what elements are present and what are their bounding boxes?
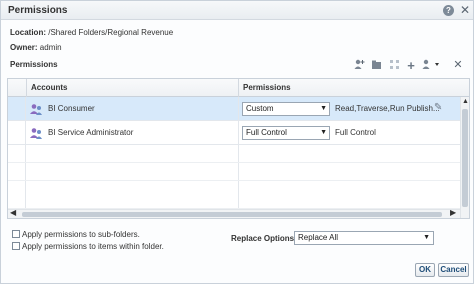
owner-label: Owner: bbox=[10, 43, 38, 52]
permissions-table: Accounts Permissions BI Consumer Custom … bbox=[7, 78, 470, 219]
horizontal-scrollbar[interactable]: ◀ ▶ bbox=[8, 208, 460, 218]
items-within-label: Apply permissions to items within folder… bbox=[22, 242, 164, 251]
replace-options-label: Replace Options bbox=[231, 234, 295, 243]
row-gutter bbox=[8, 181, 26, 208]
permissions-dialog: Permissions ? ✕ Location: /Shared Folder… bbox=[0, 0, 474, 284]
replace-options-value: Replace All bbox=[298, 233, 339, 242]
expand-icon[interactable] bbox=[388, 59, 400, 72]
add-user-icon[interactable] bbox=[353, 59, 365, 72]
scroll-up-icon[interactable]: ▲ bbox=[461, 98, 469, 105]
permission-select[interactable]: Custom ▼ bbox=[242, 102, 330, 116]
items-within-checkbox[interactable] bbox=[12, 242, 20, 250]
row-gutter bbox=[8, 145, 26, 162]
column-divider bbox=[238, 163, 239, 180]
add-group-icon[interactable] bbox=[370, 59, 382, 72]
add-icon[interactable]: + bbox=[405, 59, 417, 72]
permission-detail: Full Control bbox=[335, 128, 376, 137]
location-value: /Shared Folders/Regional Revenue bbox=[48, 28, 174, 37]
chevron-down-icon: ▼ bbox=[320, 105, 327, 112]
column-divider bbox=[238, 121, 239, 144]
items-within-option[interactable]: Apply permissions to items within folder… bbox=[12, 242, 164, 251]
table-row[interactable]: BI Service Administrator Full Control ▼ … bbox=[8, 121, 460, 145]
permission-detail: Read,Traverse,Run Publish... bbox=[335, 104, 440, 113]
column-divider bbox=[238, 181, 239, 208]
sub-folders-label: Apply permissions to sub-folders. bbox=[22, 230, 140, 239]
empty-row bbox=[8, 163, 460, 181]
column-header-permissions[interactable]: Permissions bbox=[238, 79, 460, 97]
role-icon bbox=[30, 103, 42, 115]
column-divider bbox=[238, 97, 239, 120]
owner-value: admin bbox=[39, 43, 62, 52]
permission-select-value: Custom bbox=[246, 104, 274, 113]
row-gutter bbox=[8, 163, 26, 180]
row-gutter bbox=[8, 121, 26, 144]
account-name: BI Consumer bbox=[48, 104, 95, 113]
table-header: Accounts Permissions bbox=[8, 79, 469, 97]
column-header-accounts[interactable]: Accounts bbox=[26, 79, 238, 97]
replace-options-select[interactable]: Replace All ▼ bbox=[294, 231, 434, 245]
cancel-button[interactable]: Cancel bbox=[438, 263, 469, 277]
sub-folders-option[interactable]: Apply permissions to sub-folders. bbox=[12, 230, 140, 239]
scroll-thumb[interactable] bbox=[22, 212, 442, 217]
permissions-section-title: Permissions bbox=[10, 60, 58, 69]
sub-folders-checkbox[interactable] bbox=[12, 230, 20, 238]
account-name: BI Service Administrator bbox=[48, 128, 134, 137]
location-label: Location: bbox=[10, 28, 46, 37]
scroll-left-icon[interactable]: ◀ bbox=[10, 208, 16, 217]
owner-row: Owner: admin bbox=[10, 43, 62, 52]
scroll-right-icon[interactable]: ▶ bbox=[450, 208, 456, 217]
vertical-scrollbar[interactable]: ▲ bbox=[460, 97, 469, 218]
chevron-down-icon: ▼ bbox=[320, 129, 327, 136]
empty-row bbox=[8, 145, 460, 163]
settings-dropdown-icon[interactable] bbox=[421, 59, 443, 72]
title-bar: Permissions ? ✕ bbox=[1, 1, 473, 20]
delete-icon[interactable]: ✕ bbox=[452, 59, 464, 72]
row-gutter bbox=[8, 97, 26, 120]
edit-pencil-icon[interactable]: ✎ bbox=[434, 102, 442, 113]
close-icon[interactable]: ✕ bbox=[459, 3, 471, 17]
table-row[interactable]: BI Consumer Custom ▼ Read,Traverse,Run P… bbox=[8, 97, 460, 121]
permission-select[interactable]: Full Control ▼ bbox=[242, 126, 330, 140]
permission-select-value: Full Control bbox=[246, 128, 287, 137]
location-row: Location: /Shared Folders/Regional Reven… bbox=[10, 28, 173, 37]
scroll-thumb[interactable] bbox=[462, 109, 468, 207]
role-icon bbox=[30, 127, 42, 139]
chevron-down-icon: ▼ bbox=[423, 234, 430, 241]
column-divider bbox=[238, 145, 239, 162]
empty-row bbox=[8, 181, 460, 209]
dialog-title: Permissions bbox=[8, 5, 68, 16]
ok-button[interactable]: OK bbox=[415, 263, 435, 277]
help-icon[interactable]: ? bbox=[443, 5, 454, 16]
